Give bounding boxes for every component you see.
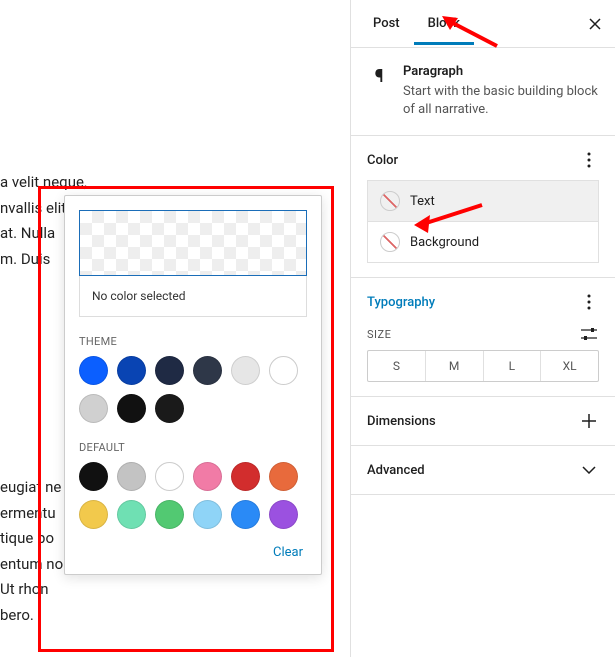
size-options: S M L XL — [367, 350, 599, 382]
panel-advanced[interactable]: Advanced — [351, 446, 615, 495]
theme-swatches — [79, 356, 307, 423]
color-item-text-label: Text — [410, 194, 435, 209]
color-swatch[interactable] — [269, 462, 298, 491]
color-swatch[interactable] — [79, 356, 108, 385]
block-card: ¶ Paragraph Start with the basic buildin… — [351, 48, 615, 136]
more-vertical-icon[interactable] — [579, 292, 599, 312]
color-swatch[interactable] — [269, 356, 298, 385]
color-preview-transparent[interactable] — [79, 210, 307, 276]
annotation-box: No color selected THEME DEFAULT Clear — [38, 186, 334, 652]
block-title: Paragraph — [403, 64, 599, 79]
inspector-sidebar: Post Block ¶ Paragraph Start with the ba… — [350, 0, 615, 657]
chevron-down-icon[interactable] — [579, 460, 599, 480]
size-m[interactable]: M — [425, 351, 483, 381]
color-swatch[interactable] — [79, 500, 108, 529]
color-swatch[interactable] — [155, 462, 184, 491]
paragraph-icon: ¶ — [367, 64, 391, 88]
color-swatch[interactable] — [193, 500, 222, 529]
color-swatch[interactable] — [155, 394, 184, 423]
clear-button[interactable]: Clear — [79, 545, 307, 560]
empty-swatch-icon — [380, 191, 400, 211]
size-s[interactable]: S — [368, 351, 425, 381]
color-swatch[interactable] — [117, 462, 146, 491]
color-swatch[interactable] — [155, 356, 184, 385]
panel-dimensions-title: Dimensions — [367, 414, 436, 429]
color-swatch[interactable] — [117, 394, 146, 423]
color-item-background-label: Background — [410, 235, 479, 250]
color-popover: No color selected THEME DEFAULT Clear — [64, 195, 322, 575]
color-item-background[interactable]: Background — [368, 222, 598, 262]
size-l[interactable]: L — [483, 351, 541, 381]
color-swatch[interactable] — [79, 394, 108, 423]
sidebar-tabs: Post Block — [351, 0, 615, 48]
panel-typography: Typography SIZE S M L XL — [351, 278, 615, 397]
more-vertical-icon[interactable] — [579, 150, 599, 170]
color-swatch[interactable] — [79, 462, 108, 491]
panel-advanced-title: Advanced — [367, 463, 425, 478]
block-description: Start with the basic building block of a… — [403, 83, 599, 119]
color-swatch[interactable] — [269, 500, 298, 529]
tab-post[interactable]: Post — [359, 2, 414, 45]
theme-group-label: THEME — [79, 335, 307, 348]
tab-block[interactable]: Block — [414, 2, 474, 45]
size-xl[interactable]: XL — [540, 351, 598, 381]
panel-color-title[interactable]: Color — [367, 153, 398, 168]
color-swatch[interactable] — [117, 500, 146, 529]
default-group-label: DEFAULT — [79, 441, 307, 454]
panel-color: Color Text Background — [351, 136, 615, 278]
color-swatch[interactable] — [231, 500, 260, 529]
sliders-icon[interactable] — [579, 324, 599, 344]
color-swatch[interactable] — [231, 462, 260, 491]
no-color-label: No color selected — [79, 276, 307, 317]
color-item-text[interactable]: Text — [368, 181, 598, 222]
color-swatch[interactable] — [193, 356, 222, 385]
panel-typography-title[interactable]: Typography — [367, 295, 435, 310]
color-swatch[interactable] — [231, 356, 260, 385]
panel-dimensions[interactable]: Dimensions — [351, 397, 615, 446]
color-swatch[interactable] — [155, 500, 184, 529]
color-swatch[interactable] — [193, 462, 222, 491]
default-swatches — [79, 462, 307, 529]
plus-icon[interactable] — [579, 411, 599, 431]
color-swatch[interactable] — [117, 356, 146, 385]
size-label: SIZE — [367, 328, 391, 341]
close-icon[interactable] — [583, 12, 607, 36]
empty-swatch-icon — [380, 232, 400, 252]
